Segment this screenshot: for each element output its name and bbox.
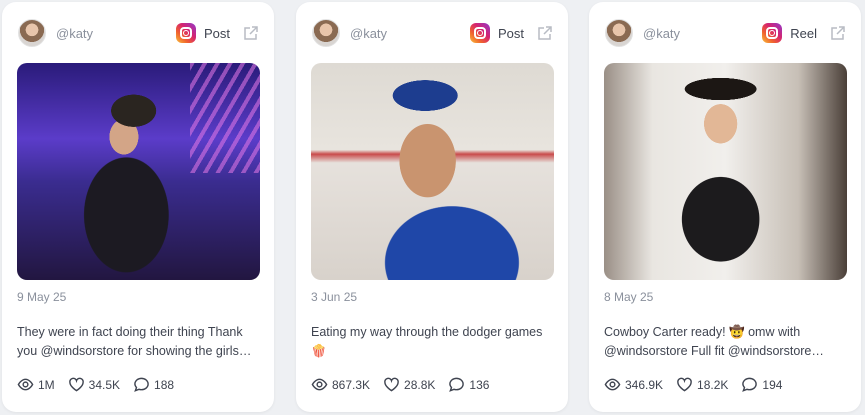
post-card[interactable]: @katy Post 3 Jun 25 Eating my way throug… <box>296 2 568 412</box>
post-stats: 346.9K 18.2K 194 <box>604 376 851 393</box>
avatar[interactable] <box>605 19 633 47</box>
likes-count: 34.5K <box>88 377 121 392</box>
likes-stat: 18.2K <box>676 376 728 393</box>
eye-icon <box>311 378 328 391</box>
comments-stat: 194 <box>741 376 782 393</box>
post-header: @katy Reel <box>605 18 847 48</box>
external-link-icon[interactable] <box>829 24 847 42</box>
comment-icon <box>742 377 758 392</box>
author-handle[interactable]: @katy <box>643 26 680 41</box>
likes-count: 28.8K <box>404 377 436 392</box>
post-caption: Eating my way through the dodger games 🍿 <box>311 325 543 358</box>
views-count: 1M <box>38 377 55 392</box>
likes-stat: 28.8K <box>383 376 435 393</box>
avatar[interactable] <box>312 19 340 47</box>
instagram-icon <box>469 23 490 43</box>
comments-count: 188 <box>154 377 175 392</box>
comments-stat: 136 <box>448 376 489 393</box>
views-stat: 346.9K <box>604 376 663 393</box>
post-card[interactable]: @katy Post 9 May 25 They were in fact do… <box>2 2 274 412</box>
post-type-label: Reel <box>790 25 817 41</box>
avatar[interactable] <box>18 19 46 47</box>
views-count: 867.3K <box>332 377 371 392</box>
heart-icon <box>677 377 692 392</box>
author-handle[interactable]: @katy <box>350 26 387 41</box>
post-header: @katy Post <box>312 18 554 48</box>
eye-icon <box>17 378 34 391</box>
heart-icon <box>68 377 84 392</box>
comments-stat: 188 <box>133 376 174 393</box>
post-grid: @katy Post 9 May 25 They were in fact do… <box>0 0 865 415</box>
instagram-icon <box>762 23 783 43</box>
comments-count: 194 <box>762 377 783 392</box>
post-image[interactable] <box>311 63 554 280</box>
comment-icon <box>134 377 149 392</box>
post-card[interactable]: @katy Reel 8 May 25 Cowboy Carter ready!… <box>589 2 861 412</box>
comments-count: 136 <box>469 377 490 392</box>
post-image[interactable] <box>17 63 260 280</box>
views-count: 346.9K <box>625 377 664 392</box>
post-date: 8 May 25 <box>604 290 654 304</box>
external-link-icon[interactable] <box>536 24 554 42</box>
views-stat: 1M <box>17 376 55 393</box>
post-caption: They were in fact doing their thing Than… <box>17 325 252 358</box>
external-link-icon[interactable] <box>242 24 260 42</box>
comment-icon <box>449 377 465 392</box>
views-stat: 867.3K <box>311 376 370 393</box>
eye-icon <box>604 378 621 391</box>
post-type-label: Post <box>203 25 230 41</box>
instagram-icon <box>175 23 196 43</box>
post-stats: 1M 34.5K 188 <box>17 376 264 393</box>
post-image[interactable] <box>604 63 847 280</box>
likes-count: 18.2K <box>697 377 729 392</box>
post-type-label: Post <box>497 25 524 41</box>
post-date: 9 May 25 <box>17 290 67 304</box>
post-header: @katy Post <box>18 18 260 48</box>
post-stats: 867.3K 28.8K 136 <box>311 376 558 393</box>
author-handle[interactable]: @katy <box>56 26 93 41</box>
post-caption: Cowboy Carter ready! 🤠 omw with @windsor… <box>604 325 824 358</box>
post-date: 3 Jun 25 <box>311 290 358 304</box>
likes-stat: 34.5K <box>68 376 120 393</box>
heart-icon <box>384 377 399 392</box>
